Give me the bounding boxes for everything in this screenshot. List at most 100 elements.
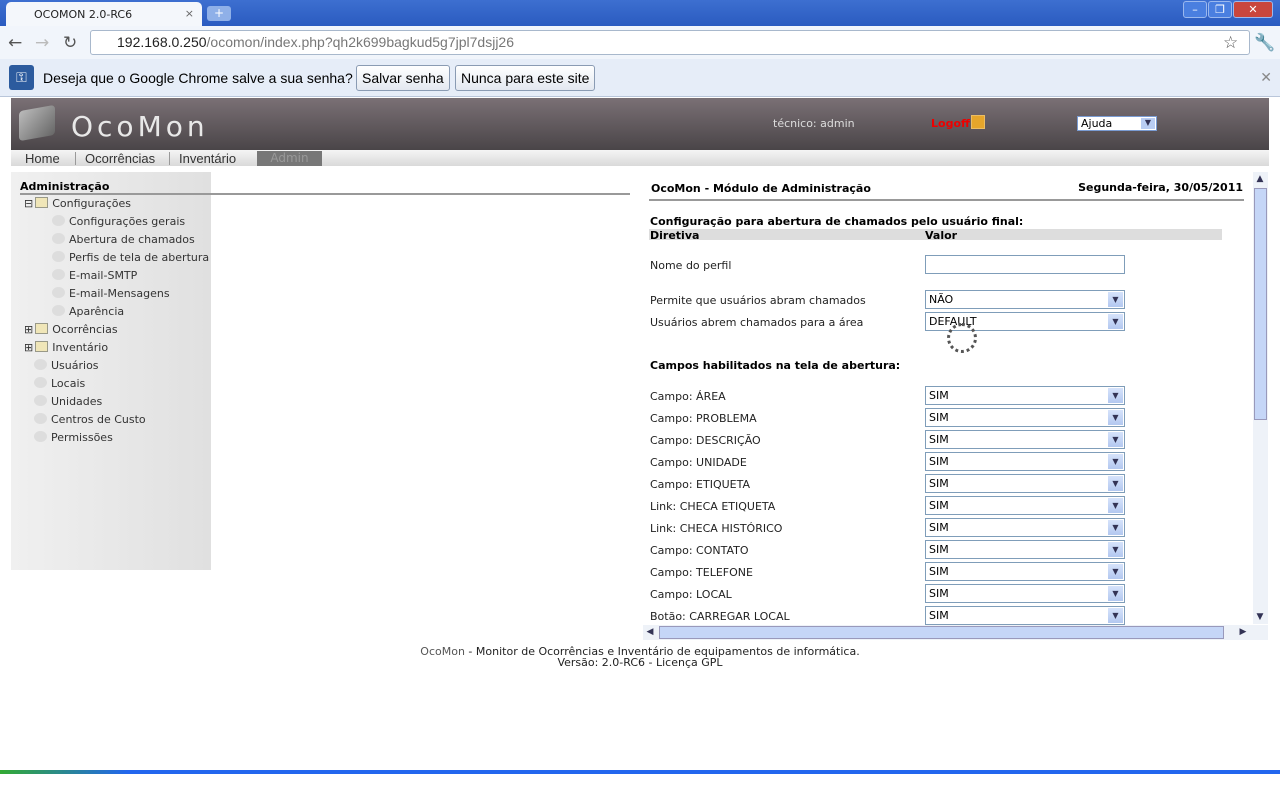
forward-icon[interactable]: →	[35, 33, 49, 53]
chevron-down-icon: ▼	[1108, 292, 1123, 307]
sidebar-item[interactable]: Configurações gerais	[52, 215, 185, 228]
value-select[interactable]: SIM ▼	[925, 408, 1125, 427]
close-window-button[interactable]: ✕	[1233, 1, 1273, 18]
chevron-down-icon: ▼	[1108, 476, 1123, 491]
sidebar-item[interactable]: Unidades	[34, 395, 102, 408]
section-title: Configuração para abertura de chamados p…	[650, 215, 1024, 228]
page-title: OcoMon - Módulo de Administração	[651, 182, 871, 195]
wrench-icon[interactable]: 🔧	[1254, 33, 1275, 53]
logo-key-icon	[19, 104, 55, 142]
title-bar: OCOMON 2.0-RC6 × + – ❐ ✕	[0, 0, 1280, 26]
chevron-down-icon: ▼	[1108, 432, 1123, 447]
chevron-down-icon: ▼	[1108, 410, 1123, 425]
select-value: SIM	[929, 477, 949, 490]
menu-home[interactable]: Home	[25, 151, 60, 166]
row-label: Campo: LOCAL	[650, 588, 732, 601]
menu-admin[interactable]: Admin	[257, 151, 322, 166]
sidebar-item-label: Aparência	[69, 305, 125, 318]
folder-icon	[35, 323, 49, 334]
row-label: Link: CHECA ETIQUETA	[650, 500, 776, 513]
sidebar-item-label: Configurações gerais	[69, 215, 186, 228]
item-icon	[34, 395, 47, 406]
value-select[interactable]: NÃO ▼	[925, 290, 1125, 309]
item-icon	[52, 215, 65, 226]
select-value: SIM	[929, 411, 949, 424]
select-value: SIM	[929, 587, 949, 600]
row-label: Campo: CONTATO	[650, 544, 749, 557]
value-select[interactable]: SIM ▼	[925, 386, 1125, 405]
sidebar-item[interactable]: Permissões	[34, 431, 113, 444]
vertical-scrollbar[interactable]: ▲ ▼	[1253, 172, 1268, 624]
sidebar-item[interactable]: ⊞ Ocorrências	[24, 323, 118, 336]
chevron-down-icon: ▼	[1108, 388, 1123, 403]
maximize-button[interactable]: ❐	[1208, 1, 1232, 18]
item-icon	[52, 305, 65, 316]
value-select[interactable]: SIM ▼	[925, 430, 1125, 449]
value-select[interactable]: SIM ▼	[925, 606, 1125, 625]
sidebar-item[interactable]: Locais	[34, 377, 85, 390]
tab-title: OCOMON 2.0-RC6	[34, 8, 133, 21]
back-icon[interactable]: ←	[8, 33, 22, 53]
logoff-key-icon[interactable]	[971, 115, 985, 129]
value-select[interactable]: SIM ▼	[925, 474, 1125, 493]
address-bar[interactable]: 192.168.0.250/ocomon/index.php?qh2k699ba…	[90, 30, 1250, 55]
minimize-button[interactable]: –	[1183, 1, 1207, 18]
menu-ocorrencias[interactable]: Ocorrências	[85, 151, 155, 166]
sidebar-item[interactable]: E-mail-SMTP	[52, 269, 137, 282]
row-label: Usuários abrem chamados para a área	[650, 316, 864, 329]
column-headers: Diretiva Valor	[649, 229, 1222, 242]
browser-tab[interactable]: OCOMON 2.0-RC6 ×	[6, 2, 202, 26]
never-save-button[interactable]: Nunca para este site	[455, 65, 596, 91]
infobar-message: Deseja que o Google Chrome salve a sua s…	[43, 70, 353, 86]
new-tab-button[interactable]: +	[207, 6, 231, 21]
sidebar-item[interactable]: E-mail-Mensagens	[52, 287, 170, 300]
sidebar-item[interactable]: ⊟ Configurações	[24, 197, 131, 210]
url-path: /ocomon/index.php?qh2k699bagkud5g7jpl7ds…	[206, 34, 514, 50]
value-select[interactable]: SIM ▼	[925, 584, 1125, 603]
sidebar-item[interactable]: Centros de Custo	[34, 413, 146, 426]
folder-icon	[35, 341, 49, 352]
sidebar-item[interactable]: Aparência	[52, 305, 124, 318]
select-value: SIM	[929, 455, 949, 468]
star-icon[interactable]: ☆	[1223, 33, 1238, 53]
select-value: SIM	[929, 433, 949, 446]
item-icon	[34, 431, 47, 442]
close-tab-icon[interactable]: ×	[185, 7, 194, 20]
profile-name-input[interactable]	[925, 255, 1125, 274]
sidebar-title: Administração	[20, 180, 110, 193]
key-icon: ⚿	[9, 65, 34, 90]
value-select[interactable]: SIM ▼	[925, 496, 1125, 515]
expand-icon[interactable]: ⊞	[24, 323, 33, 336]
value-select[interactable]: SIM ▼	[925, 452, 1125, 471]
select-value: NÃO	[929, 293, 954, 306]
select-value: SIM	[929, 543, 949, 556]
sidebar-item[interactable]: Perfis de tela de abertura	[52, 251, 209, 264]
app-header: OcoMon técnico: admin Logoff Ajuda ▼	[11, 98, 1269, 150]
help-select[interactable]: Ajuda ▼	[1077, 116, 1157, 131]
sidebar-item[interactable]: ⊞ Inventário	[24, 341, 108, 354]
main-menu: Home Ocorrências Inventário Admin	[11, 150, 1269, 166]
chevron-down-icon: ▼	[1108, 564, 1123, 579]
row-label: Link: CHECA HISTÓRICO	[650, 522, 783, 535]
expand-icon[interactable]: ⊞	[24, 341, 33, 354]
expand-icon[interactable]: ⊟	[24, 197, 33, 210]
reload-icon[interactable]: ↻	[63, 33, 77, 53]
sidebar-item[interactable]: Abertura de chamados	[52, 233, 195, 246]
horizontal-scrollbar[interactable]: ◀ ▶	[643, 625, 1268, 640]
value-select[interactable]: SIM ▼	[925, 540, 1125, 559]
sidebar-item-label: Abertura de chamados	[69, 233, 195, 246]
sidebar-item[interactable]: Usuários	[34, 359, 99, 372]
section-title-fields: Campos habilitados na tela de abertura:	[650, 359, 901, 372]
value-select[interactable]: SIM ▼	[925, 562, 1125, 581]
row-label: Campo: ÁREA	[650, 390, 726, 403]
select-value: SIM	[929, 609, 949, 622]
save-password-button[interactable]: Salvar senha	[356, 65, 450, 91]
logoff-link[interactable]: Logoff	[931, 117, 970, 130]
menu-inventario[interactable]: Inventário	[179, 151, 236, 166]
value-select[interactable]: SIM ▼	[925, 518, 1125, 537]
chevron-down-icon: ▼	[1108, 498, 1123, 513]
loading-spinner-icon	[947, 323, 977, 353]
close-infobar-icon[interactable]: ✕	[1260, 69, 1272, 86]
sidebar-item-label: E-mail-SMTP	[69, 269, 138, 282]
select-value: SIM	[929, 389, 949, 402]
